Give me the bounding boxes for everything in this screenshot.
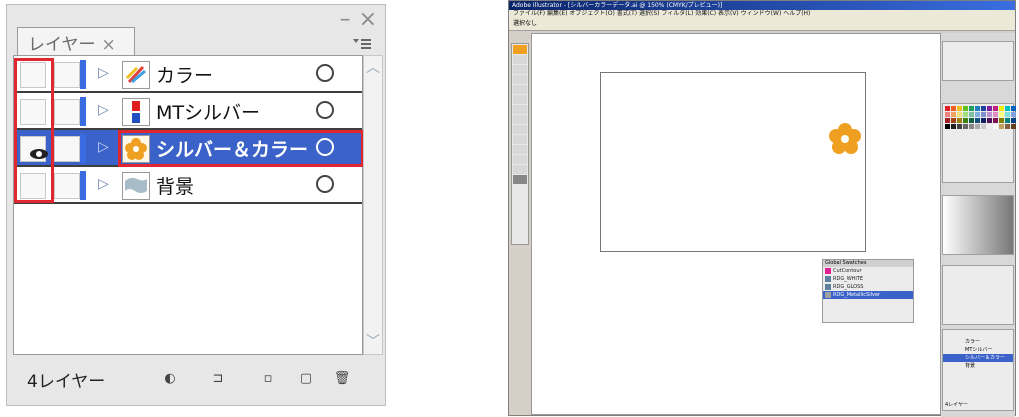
layer-row[interactable]: ▷ カラー <box>14 56 362 93</box>
layer-name: カラー <box>156 65 214 87</box>
make-clipping-mask-icon[interactable]: ⊐ <box>209 371 227 387</box>
mini-panel-header <box>943 330 1013 338</box>
minimize-button[interactable]: – <box>340 9 351 31</box>
illustrator-window: Adobe Illustrator - [シルバーカラーデータ.ai @ 150… <box>508 0 1016 417</box>
scroll-up-icon[interactable]: ︿ <box>365 60 381 76</box>
mini-layer-row-selected[interactable]: シルバー＆カラー <box>943 354 1013 362</box>
tool-button[interactable] <box>513 165 527 174</box>
layer-thumbnail <box>122 61 150 89</box>
tool-button[interactable] <box>513 125 527 134</box>
expand-triangle-icon[interactable]: ▷ <box>98 139 109 155</box>
layer-color-bar <box>80 97 86 126</box>
layer-color-bar <box>80 171 86 200</box>
mini-layer-row[interactable]: MTシルバー <box>943 346 1013 354</box>
tool-button[interactable] <box>513 115 527 124</box>
panel-menu-icon[interactable] <box>351 37 373 51</box>
layer-color-bar <box>80 134 86 163</box>
trash-icon[interactable]: 🗑 <box>333 371 351 387</box>
scroll-down-icon[interactable]: ﹀ <box>365 334 381 350</box>
swatch-name: RDG_WHITE <box>833 276 864 282</box>
fill-stroke-swatch[interactable] <box>513 175 527 184</box>
document-canvas[interactable]: Global Swatches CutContour RDG_WHITE RDG… <box>531 33 941 415</box>
tab-layers[interactable]: レイヤー × <box>17 27 135 55</box>
flower-artwork[interactable] <box>827 121 863 157</box>
locate-object-icon[interactable]: ◐ <box>161 371 179 387</box>
lock-toggle[interactable] <box>54 99 80 125</box>
tool-button[interactable] <box>513 75 527 84</box>
swatches-panel-title: Global Swatches <box>823 260 913 267</box>
gradient-panel[interactable] <box>942 195 1014 255</box>
layer-list: ▷ カラー ▷ MTシルバー ▷ シルバー＆カラー ▷ 背景 <box>13 55 364 355</box>
swatch-name: RDG_MetallicSilver <box>833 292 881 298</box>
artboard[interactable] <box>600 72 866 252</box>
tool-button[interactable] <box>513 65 527 74</box>
layer-name: MTシルバー <box>156 102 260 124</box>
mini-layers-panel: カラー MTシルバー シルバー＆カラー 背景 4レイヤー <box>942 329 1014 411</box>
control-bar: 選択なし <box>509 18 1015 31</box>
menu-bar[interactable]: ファイル(F) 編集(E) オブジェクト(O) 書式(T) 選択(S) フィルタ… <box>509 10 1015 18</box>
swatches-panel: Global Swatches CutContour RDG_WHITE RDG… <box>822 259 914 323</box>
tab-label: レイヤー <box>28 35 96 55</box>
tab-close-icon[interactable]: × <box>102 35 116 55</box>
window-controls: – × <box>332 9 377 31</box>
swatch-name: CutContour <box>833 268 862 274</box>
toolbox <box>511 43 529 245</box>
layer-color-bar <box>80 60 86 89</box>
scrollbar[interactable]: ︿ ﹀ <box>363 55 383 355</box>
app-title: Adobe Illustrator - [シルバーカラーデータ.ai @ 150… <box>509 1 1015 10</box>
target-icon[interactable] <box>316 64 334 82</box>
tool-button[interactable] <box>513 135 527 144</box>
swatch-row[interactable]: RDG_GLOSS <box>823 283 913 291</box>
swatch-grid-panel <box>942 103 1016 183</box>
visibility-highlight <box>14 58 54 203</box>
layer-thumbnail <box>122 98 150 126</box>
tool-button[interactable] <box>513 45 527 54</box>
expand-triangle-icon[interactable]: ▷ <box>98 102 109 118</box>
tool-button[interactable] <box>513 55 527 64</box>
layer-thumbnail <box>122 172 150 200</box>
tool-button[interactable] <box>513 105 527 114</box>
layers-panel: – × レイヤー × ▷ カラー ▷ MTシルバー ▷ シルバー＆カラー ▷ 背… <box>6 4 386 406</box>
layer-row[interactable]: ▷ MTシルバー <box>14 93 362 130</box>
layer-row[interactable]: ▷ 背景 <box>14 167 362 204</box>
swatch-name: RDG_GLOSS <box>833 284 864 290</box>
tool-button[interactable] <box>513 85 527 94</box>
layer-name: 背景 <box>156 176 195 198</box>
color-panel <box>942 41 1014 81</box>
selection-status: 選択なし <box>513 20 538 27</box>
close-button[interactable]: × <box>359 9 377 31</box>
swatch-row[interactable]: CutContour <box>823 267 913 275</box>
layer-count: 4レイヤー <box>27 372 106 392</box>
expand-triangle-icon[interactable]: ▷ <box>98 65 109 81</box>
target-icon[interactable] <box>316 175 334 193</box>
swatch-row-selected[interactable]: RDG_MetallicSilver <box>823 291 913 299</box>
expand-triangle-icon[interactable]: ▷ <box>98 176 109 192</box>
lock-toggle[interactable] <box>54 173 80 199</box>
tool-button[interactable] <box>513 145 527 154</box>
lock-toggle[interactable] <box>54 62 80 88</box>
right-panels: カラー MTシルバー シルバー＆カラー 背景 4レイヤー <box>941 33 1016 417</box>
lock-toggle[interactable] <box>54 136 80 162</box>
appearance-panel <box>942 265 1014 325</box>
mini-layer-count: 4レイヤー <box>945 402 969 408</box>
target-icon[interactable] <box>316 101 334 119</box>
swatch-grid[interactable] <box>943 104 1016 131</box>
tool-button[interactable] <box>513 155 527 164</box>
mini-layer-row[interactable]: カラー <box>943 338 1013 346</box>
swatch-row[interactable]: RDG_WHITE <box>823 275 913 283</box>
new-layer-icon[interactable]: ▢ <box>297 371 315 387</box>
selected-layer-highlight <box>118 130 364 167</box>
new-sublayer-icon[interactable]: ▫ <box>259 371 277 387</box>
panel-footer: 4レイヤー ◐ ⊐ ▫ ▢ 🗑 <box>13 359 383 397</box>
mini-layer-row[interactable]: 背景 <box>943 362 1013 370</box>
tool-button[interactable] <box>513 95 527 104</box>
